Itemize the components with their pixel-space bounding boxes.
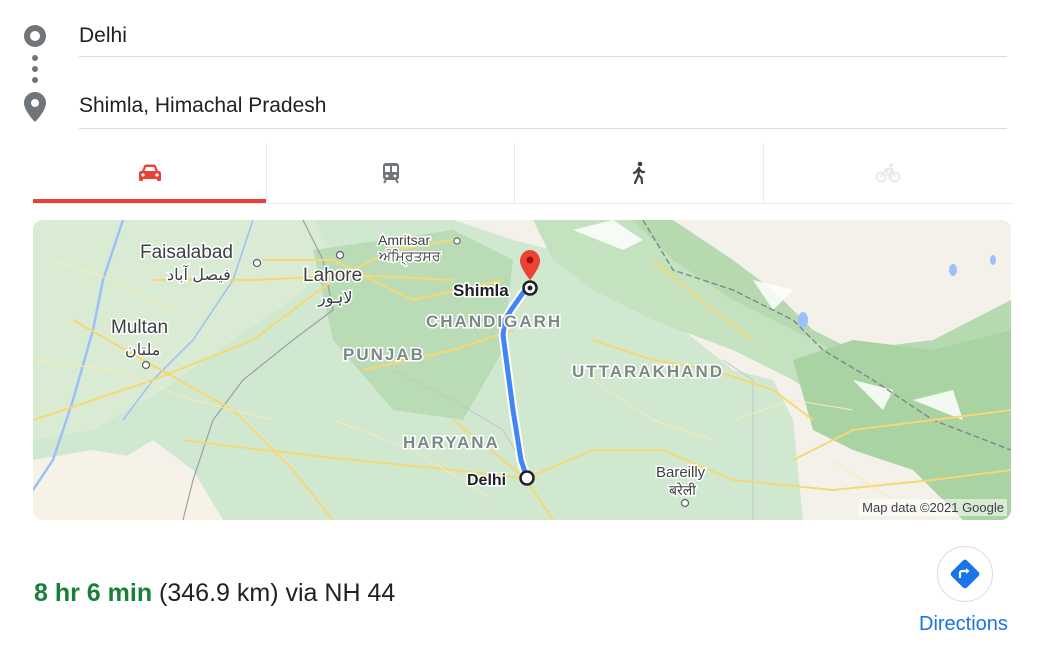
map-label-delhi: Delhi bbox=[467, 472, 506, 489]
origin-marker[interactable] bbox=[519, 470, 535, 486]
destination-pin-icon bbox=[24, 92, 46, 122]
directions-icon bbox=[950, 559, 980, 589]
tab-driving[interactable] bbox=[33, 143, 266, 203]
tab-cycling[interactable] bbox=[763, 143, 1012, 203]
map-label-multan-urdu: ملتان bbox=[125, 342, 160, 359]
route-distance: (346.9 km) bbox=[159, 579, 279, 607]
map-label-faisalabad-urdu: فیصل آباد bbox=[167, 264, 231, 284]
directions-link[interactable]: Directions bbox=[919, 613, 1008, 636]
map-label-lahore: Lahore bbox=[303, 265, 362, 286]
route-summary: 8 hr 6 min (346.9 km) via NH 44 bbox=[34, 578, 395, 608]
destination-field[interactable]: Shimla, Himachal Pradesh bbox=[79, 94, 1007, 129]
map-label-shimla: Shimla bbox=[453, 281, 509, 300]
route-dot bbox=[32, 55, 38, 61]
directions-button[interactable] bbox=[937, 546, 993, 602]
map-label-uttarakhand: UTTARAKHAND bbox=[572, 362, 724, 381]
route-dot bbox=[32, 66, 38, 72]
map-attribution: Map data ©2021 Google bbox=[859, 499, 1007, 516]
map-label-amritsar: Amritsar bbox=[378, 232, 430, 248]
route-dot bbox=[32, 77, 38, 83]
tab-transit[interactable] bbox=[266, 143, 514, 203]
car-icon bbox=[138, 164, 161, 181]
tab-walking[interactable] bbox=[514, 143, 763, 203]
route-via: via NH 44 bbox=[285, 579, 396, 607]
map-label-multan: Multan bbox=[111, 317, 168, 338]
map-label-punjab: PUNJAB bbox=[343, 345, 425, 364]
route-duration: 8 hr 6 min bbox=[34, 579, 153, 607]
map-label-haryana: HARYANA bbox=[403, 433, 500, 452]
walk-icon bbox=[632, 161, 646, 185]
map-label-bareilly-hindi: बरेली bbox=[669, 482, 696, 498]
map-label-bareilly: Bareilly bbox=[656, 464, 706, 481]
bicycle-icon bbox=[875, 163, 901, 183]
map-label-faisalabad: Faisalabad bbox=[140, 242, 233, 263]
map-label-lahore-urdu: لاہور bbox=[317, 290, 353, 307]
train-icon bbox=[382, 163, 399, 184]
route-map[interactable]: Faisalabad فیصل آباد Amritsar ਅੰਮ੍ਰਿਤਸਰ … bbox=[33, 220, 1011, 520]
origin-icon bbox=[24, 25, 46, 47]
origin-field[interactable]: Delhi bbox=[79, 24, 1007, 57]
travel-mode-tabs bbox=[33, 143, 1012, 204]
map-label-amritsar-punjabi: ਅੰਮ੍ਰਿਤਸਰ bbox=[378, 248, 441, 266]
map-label-chandigarh: CHANDIGARH bbox=[426, 312, 562, 331]
map-canvas: Faisalabad فیصل آباد Amritsar ਅੰਮ੍ਰਿਤਸਰ … bbox=[33, 220, 1011, 520]
